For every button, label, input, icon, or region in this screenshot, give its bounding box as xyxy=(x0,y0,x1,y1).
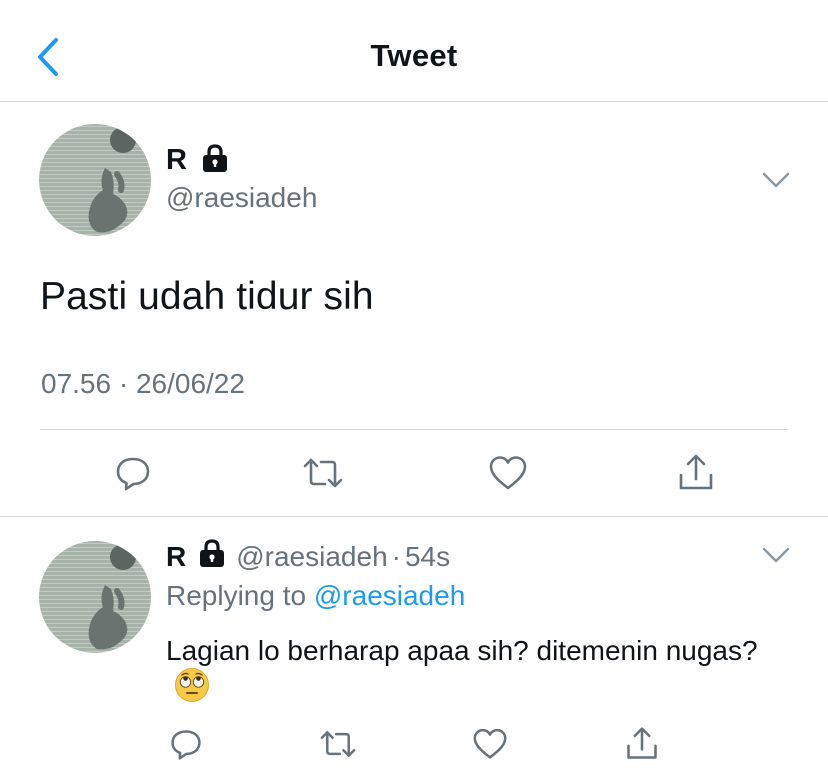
author-display-name[interactable]: R xyxy=(166,144,187,177)
reply-author-row: R @raesiadeh · 54s xyxy=(166,538,450,575)
replying-to-label: Replying to xyxy=(166,580,314,611)
reply-options-button[interactable] xyxy=(756,541,796,571)
like-button[interactable] xyxy=(464,718,516,770)
face-with-rolling-eyes-icon xyxy=(174,667,210,714)
share-button[interactable] xyxy=(670,447,722,499)
divider xyxy=(0,516,828,517)
author-display-name[interactable]: R xyxy=(166,541,186,573)
author-handle[interactable]: @raesiadeh xyxy=(166,182,317,214)
page-title: Tweet xyxy=(370,38,458,73)
retweet-button[interactable] xyxy=(297,447,349,499)
lock-icon xyxy=(198,538,226,575)
reply-icon xyxy=(116,457,150,491)
share-icon xyxy=(679,454,713,490)
retweet-icon xyxy=(320,731,356,757)
share-button[interactable] xyxy=(616,718,668,770)
reply-button[interactable] xyxy=(160,718,212,770)
reply-icon xyxy=(171,730,201,760)
author-name-row: R xyxy=(166,143,229,178)
chevron-down-icon xyxy=(762,547,790,563)
like-icon xyxy=(473,728,507,759)
reply-text: Lagian lo berharap apaa sih? ditemenin n… xyxy=(166,635,758,666)
retweet-icon xyxy=(303,458,343,488)
reply-text-block: Lagian lo berharap apaa sih? ditemenin n… xyxy=(166,630,766,718)
avatar[interactable] xyxy=(39,541,151,653)
chevron-down-icon xyxy=(762,172,790,188)
reply-button[interactable] xyxy=(107,447,159,499)
like-button[interactable] xyxy=(482,447,534,499)
tweet-timestamp[interactable]: 07.56 · 26/06/22 xyxy=(41,368,245,400)
replying-to-handle[interactable]: @raesiadeh xyxy=(314,580,465,611)
separator-dot: · xyxy=(391,540,401,572)
tweet-text: Pasti udah tidur sih xyxy=(40,275,374,318)
navigation-bar: Tweet xyxy=(0,0,828,102)
tweet-options-button[interactable] xyxy=(756,166,796,196)
share-icon xyxy=(627,727,657,759)
divider xyxy=(40,429,788,430)
retweet-button[interactable] xyxy=(312,718,364,770)
like-icon xyxy=(489,456,527,490)
author-handle[interactable]: @raesiadeh xyxy=(236,541,387,573)
replying-to-line: Replying to @raesiadeh xyxy=(166,580,465,612)
lock-icon xyxy=(201,143,229,178)
reply-timestamp[interactable]: 54s xyxy=(405,541,450,573)
avatar[interactable] xyxy=(39,124,151,236)
